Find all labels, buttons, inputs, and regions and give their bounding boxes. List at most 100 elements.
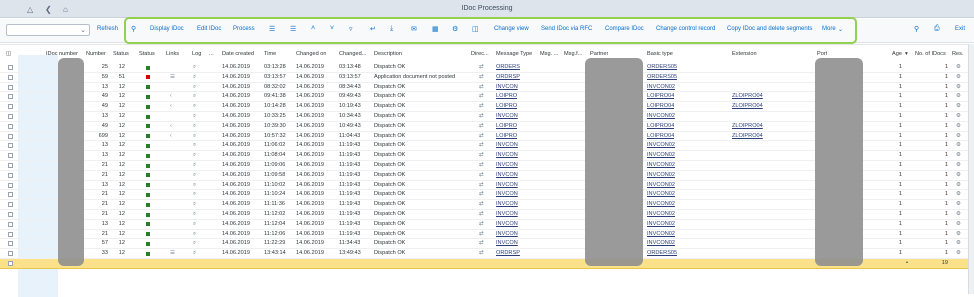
basic-type-link[interactable]: INVCON02	[647, 240, 675, 246]
result-icon[interactable]: ⚙	[956, 123, 961, 129]
col-msg[interactable]: Msg. ...	[540, 51, 558, 57]
log-magnifier-icon[interactable]: ⌕	[193, 221, 196, 228]
basic-type-link[interactable]: LOIPRO04	[647, 123, 674, 129]
log-magnifier-icon[interactable]: ⌕	[193, 172, 196, 179]
col-more[interactable]: ...	[209, 51, 214, 57]
result-icon[interactable]: ⚙	[956, 152, 961, 158]
result-icon[interactable]: ⚙	[956, 172, 961, 178]
log-magnifier-icon[interactable]: ⌕	[193, 93, 196, 100]
refresh-button[interactable]: Refresh	[97, 26, 118, 32]
row-checkbox[interactable]	[8, 163, 13, 168]
basic-type-link[interactable]: INVCON02	[647, 84, 675, 90]
message-type-link[interactable]: INVCON	[496, 162, 518, 168]
row-checkbox[interactable]	[8, 84, 13, 90]
result-icon[interactable]: ⚙	[956, 74, 961, 80]
log-magnifier-icon[interactable]: ⌕	[193, 201, 196, 208]
basic-type-link[interactable]: INVCON02	[647, 201, 675, 207]
col-partner[interactable]: Partner	[590, 51, 608, 57]
message-type-link[interactable]: INVCON	[496, 152, 518, 158]
log-magnifier-icon[interactable]: ⌕	[193, 191, 196, 198]
log-magnifier-icon[interactable]: ⌕	[193, 74, 196, 81]
result-icon[interactable]: ⚙	[956, 162, 961, 168]
log-magnifier-icon[interactable]: ⌕	[193, 152, 196, 159]
result-icon[interactable]: ⚙	[956, 201, 961, 207]
basic-type-link[interactable]: ORDERS05	[647, 74, 677, 80]
log-magnifier-icon[interactable]: ⌕	[193, 240, 196, 247]
extension-link[interactable]: ZLOIPRO04	[732, 103, 763, 109]
col-message-type[interactable]: Message Type	[496, 51, 532, 57]
search-icon[interactable]: ⚲	[914, 25, 919, 33]
col-msgf[interactable]: Msg.f...	[564, 51, 582, 57]
basic-type-link[interactable]: INVCON02	[647, 182, 675, 188]
row-checkbox[interactable]	[8, 192, 13, 198]
log-magnifier-icon[interactable]: ⌕	[193, 250, 196, 257]
message-type-link[interactable]: INVCON	[496, 142, 518, 148]
result-icon[interactable]: ⚙	[956, 231, 961, 237]
result-icon[interactable]: ⚙	[956, 182, 961, 188]
message-type-link[interactable]: INVCON	[496, 221, 518, 227]
message-type-link[interactable]: INVCON	[496, 211, 518, 217]
result-icon[interactable]: ⚙	[956, 84, 961, 90]
row-checkbox[interactable]	[8, 251, 13, 257]
row-checkbox[interactable]	[8, 202, 13, 208]
basic-type-link[interactable]: LOIPRO04	[647, 103, 674, 109]
row-checkbox[interactable]	[8, 153, 13, 159]
log-magnifier-icon[interactable]: ⌕	[193, 103, 196, 110]
row-checkbox[interactable]	[8, 261, 13, 266]
col-number[interactable]: Number	[86, 51, 106, 57]
result-icon[interactable]: ⚙	[956, 191, 961, 197]
select-all-icon[interactable]: ◫	[6, 51, 11, 57]
row-checkbox[interactable]	[8, 231, 13, 237]
message-type-link[interactable]: INVCON	[496, 182, 518, 188]
result-icon[interactable]: ⚙	[956, 103, 961, 109]
result-icon[interactable]: ⚙	[956, 211, 961, 217]
basic-type-link[interactable]: INVCON02	[647, 162, 675, 168]
row-checkbox[interactable]	[8, 133, 13, 139]
exit-button[interactable]: Exit	[955, 26, 965, 32]
col-age[interactable]: Age	[892, 51, 902, 57]
col-time[interactable]: Time	[264, 51, 276, 57]
log-magnifier-icon[interactable]: ⌕	[193, 162, 196, 169]
col-status[interactable]: Status	[113, 51, 129, 57]
basic-type-link[interactable]: ORDERS05	[647, 64, 677, 70]
basic-type-link[interactable]: INVCON02	[647, 191, 675, 197]
result-icon[interactable]: ⚙	[956, 113, 961, 119]
basic-type-link[interactable]: INVCON02	[647, 221, 675, 227]
col-extension[interactable]: Extension	[732, 51, 757, 57]
log-magnifier-icon[interactable]: ⌕	[193, 113, 196, 120]
col-idoc-number[interactable]: IDoc number	[46, 51, 78, 57]
row-checkbox[interactable]	[8, 221, 13, 227]
layout-select[interactable]: ⌄	[6, 24, 90, 36]
sort-down-icon[interactable]: ▾	[905, 51, 908, 57]
message-type-link[interactable]: INVCON	[496, 113, 518, 119]
basic-type-link[interactable]: INVCON02	[647, 231, 675, 237]
col-description[interactable]: Description	[374, 51, 402, 57]
message-type-link[interactable]: INVCON	[496, 231, 518, 237]
message-type-link[interactable]: INVCON	[496, 191, 518, 197]
log-magnifier-icon[interactable]: ⌕	[193, 64, 196, 71]
basic-type-link[interactable]: INVCON02	[647, 211, 675, 217]
basic-type-link[interactable]: LOIPRO04	[647, 133, 674, 139]
message-type-link[interactable]: INVCON	[496, 172, 518, 178]
message-type-link[interactable]: INVCON	[496, 240, 518, 246]
message-type-link[interactable]: ORDERS	[496, 64, 520, 70]
col-date-created[interactable]: Date created	[222, 51, 254, 57]
message-type-link[interactable]: ORDRSP	[496, 250, 520, 256]
row-checkbox[interactable]	[8, 114, 13, 119]
basic-type-link[interactable]: INVCON02	[647, 152, 675, 158]
message-type-link[interactable]: INVCON	[496, 201, 518, 207]
result-icon[interactable]: ⚙	[956, 250, 961, 256]
row-checkbox[interactable]	[8, 143, 13, 149]
row-checkbox[interactable]	[8, 182, 13, 188]
result-icon[interactable]: ⚙	[956, 221, 961, 227]
log-magnifier-icon[interactable]: ⌕	[193, 182, 196, 189]
row-checkbox[interactable]	[8, 212, 13, 217]
col-result[interactable]: Res.	[952, 51, 964, 57]
basic-type-link[interactable]: INVCON02	[647, 113, 675, 119]
log-magnifier-icon[interactable]: ⌕	[193, 133, 196, 140]
row-checkbox[interactable]	[8, 172, 13, 178]
row-checkbox[interactable]	[8, 241, 13, 247]
col-log[interactable]: Log	[192, 51, 201, 57]
log-magnifier-icon[interactable]: ⌕	[193, 142, 196, 149]
vertical-scrollbar[interactable]	[968, 44, 974, 294]
